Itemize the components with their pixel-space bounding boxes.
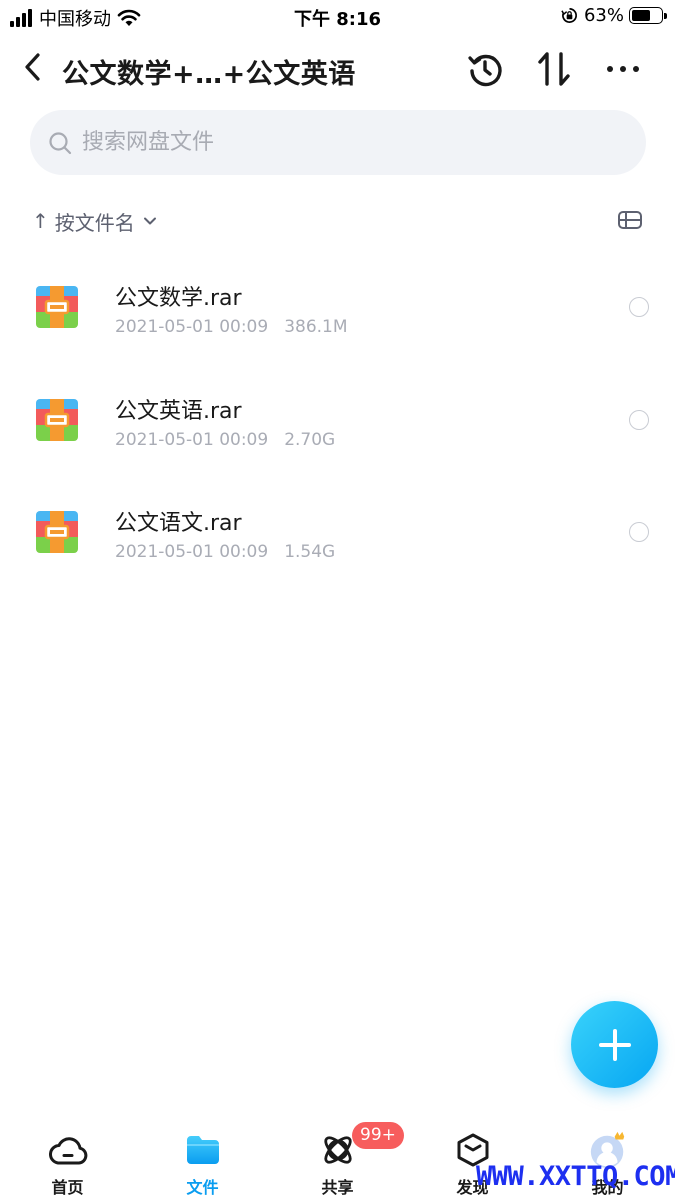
tab-home[interactable]: 首页 [0, 1118, 135, 1200]
file-date: 2021-05-01 00:09 [115, 542, 269, 562]
notification-badge: 99+ [352, 1122, 404, 1149]
file-size: 386.1M [284, 317, 348, 337]
file-name: 公文语文.rar [115, 511, 242, 536]
tab-label: 首页 [51, 1178, 84, 1197]
file-list: 公文数学.rar 2021-05-01 00:09 386.1M 公文英语.rar… [0, 250, 675, 588]
folder-icon [186, 1136, 219, 1164]
status-bar-right: 63% [561, 5, 667, 26]
page-title: 公文数学+…+公文英语 [62, 59, 356, 90]
file-meta: 2021-05-01 00:09 1.54G [115, 542, 335, 562]
sort-label: 按文件名 [54, 210, 135, 235]
rar-archive-icon [36, 286, 78, 328]
battery-percent: 63% [583, 5, 624, 26]
rotation-lock-icon [561, 8, 577, 23]
cloud-icon [48, 1137, 87, 1165]
tab-share[interactable]: 99+ 共享 [270, 1118, 405, 1200]
chevron-down-icon [143, 217, 156, 225]
select-checkbox[interactable] [629, 409, 649, 430]
file-row[interactable]: 公文英语.rar 2021-05-01 00:09 2.70G [0, 363, 675, 476]
file-date: 2021-05-01 00:09 [115, 317, 269, 337]
watermark-text: WWW.XXTTQ.COM [476, 1161, 675, 1192]
file-row[interactable]: 公文数学.rar 2021-05-01 00:09 386.1M [0, 250, 675, 363]
select-checkbox[interactable] [629, 522, 649, 542]
sort-by-name-button[interactable]: ↑ 按文件名 [32, 204, 157, 238]
sort-row: ↑ 按文件名 [32, 204, 647, 238]
sort-transfer-button[interactable] [535, 50, 573, 88]
status-bar: 中国移动 下午 8:16 63% [0, 0, 675, 34]
file-date: 2021-05-01 00:09 [115, 429, 269, 450]
planet-icon [323, 1136, 352, 1164]
back-button[interactable] [18, 50, 50, 84]
rar-archive-icon [36, 398, 78, 441]
file-meta: 2021-05-01 00:09 386.1M [115, 317, 348, 337]
view-mode-icon[interactable] [617, 209, 643, 231]
file-size: 1.54G [284, 542, 336, 562]
sort-direction-icon: ↑ [32, 209, 49, 233]
more-icon [607, 66, 639, 72]
more-button[interactable] [604, 50, 642, 88]
file-size: 2.70G [284, 429, 336, 450]
search-input[interactable] [82, 130, 582, 155]
file-name: 公文数学.rar [115, 286, 242, 311]
file-row[interactable]: 公文语文.rar 2021-05-01 00:09 1.54G [0, 475, 675, 588]
plus-icon [598, 1028, 631, 1061]
tab-label: 文件 [186, 1178, 219, 1197]
back-arrow-icon [25, 53, 40, 81]
sort-transfer-icon [538, 52, 570, 86]
app-header: 公文数学+…+公文英语 [0, 40, 675, 100]
rar-archive-icon [36, 511, 78, 553]
battery-level-fill [632, 10, 650, 21]
search-bar[interactable] [30, 110, 646, 175]
file-meta: 2021-05-01 00:09 2.70G [115, 430, 335, 450]
select-checkbox[interactable] [629, 297, 649, 317]
tab-files[interactable]: 文件 [135, 1118, 270, 1200]
history-icon [468, 54, 502, 87]
add-button[interactable] [571, 1001, 658, 1088]
history-button[interactable] [466, 50, 504, 88]
battery-icon [629, 7, 667, 24]
search-icon [49, 131, 72, 154]
file-name: 公文英语.rar [115, 398, 242, 424]
tab-label: 共享 [321, 1178, 354, 1197]
